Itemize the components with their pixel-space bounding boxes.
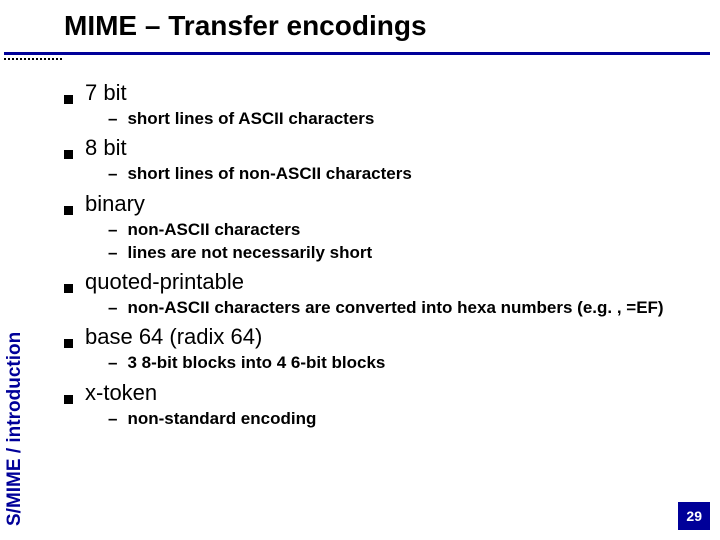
dotted-accent bbox=[4, 58, 62, 60]
sub-item: – lines are not necessarily short bbox=[108, 242, 690, 263]
bullet-head: 7 bit bbox=[64, 80, 690, 106]
dash-icon: – bbox=[108, 220, 117, 240]
bullet-head: base 64 (radix 64) bbox=[64, 324, 690, 350]
sub-list: – short lines of non-ASCII characters bbox=[108, 163, 690, 184]
dash-icon: – bbox=[108, 298, 117, 318]
bullet-head: quoted-printable bbox=[64, 269, 690, 295]
sub-list: – 3 8-bit blocks into 4 6-bit blocks bbox=[108, 352, 690, 373]
bullet-base64: base 64 (radix 64) – 3 8-bit blocks into… bbox=[64, 324, 690, 373]
square-bullet-icon bbox=[64, 206, 73, 215]
sub-list: – non-ASCII characters – lines are not n… bbox=[108, 219, 690, 264]
square-bullet-icon bbox=[64, 150, 73, 159]
dash-icon: – bbox=[108, 164, 117, 184]
sub-text: short lines of non-ASCII characters bbox=[127, 163, 411, 184]
sub-item: – non-ASCII characters are converted int… bbox=[108, 297, 690, 318]
bullet-label: base 64 (radix 64) bbox=[85, 324, 262, 350]
sub-text: lines are not necessarily short bbox=[127, 242, 372, 263]
sub-item: – short lines of non-ASCII characters bbox=[108, 163, 690, 184]
bullet-xtoken: x-token – non-standard encoding bbox=[64, 380, 690, 429]
sub-item: – short lines of ASCII characters bbox=[108, 108, 690, 129]
sub-list: – non-standard encoding bbox=[108, 408, 690, 429]
bullet-label: 8 bit bbox=[85, 135, 127, 161]
sub-text: 3 8-bit blocks into 4 6-bit blocks bbox=[127, 352, 385, 373]
page-number: 29 bbox=[678, 502, 710, 530]
sub-list: – non-ASCII characters are converted int… bbox=[108, 297, 690, 318]
sub-item: – 3 8-bit blocks into 4 6-bit blocks bbox=[108, 352, 690, 373]
bullet-label: binary bbox=[85, 191, 145, 217]
title-underline bbox=[4, 52, 710, 55]
bullet-head: x-token bbox=[64, 380, 690, 406]
bullet-7bit: 7 bit – short lines of ASCII characters bbox=[64, 80, 690, 129]
sub-text: non-ASCII characters are converted into … bbox=[127, 297, 663, 318]
bullet-label: 7 bit bbox=[85, 80, 127, 106]
sub-text: short lines of ASCII characters bbox=[127, 108, 374, 129]
bullet-head: binary bbox=[64, 191, 690, 217]
bullet-label: x-token bbox=[85, 380, 157, 406]
title-area: MIME – Transfer encodings bbox=[64, 10, 710, 48]
sidebar-section-label: S/MIME / introduction bbox=[4, 332, 26, 526]
dash-icon: – bbox=[108, 409, 117, 429]
slide-title: MIME – Transfer encodings bbox=[64, 10, 710, 48]
square-bullet-icon bbox=[64, 284, 73, 293]
square-bullet-icon bbox=[64, 339, 73, 348]
sub-text: non-ASCII characters bbox=[127, 219, 300, 240]
sub-text: non-standard encoding bbox=[127, 408, 316, 429]
bullet-label: quoted-printable bbox=[85, 269, 244, 295]
bullet-8bit: 8 bit – short lines of non-ASCII charact… bbox=[64, 135, 690, 184]
square-bullet-icon bbox=[64, 395, 73, 404]
sub-item: – non-ASCII characters bbox=[108, 219, 690, 240]
sub-item: – non-standard encoding bbox=[108, 408, 690, 429]
dash-icon: – bbox=[108, 353, 117, 373]
bullet-head: 8 bit bbox=[64, 135, 690, 161]
bullet-quoted-printable: quoted-printable – non-ASCII characters … bbox=[64, 269, 690, 318]
square-bullet-icon bbox=[64, 95, 73, 104]
sub-list: – short lines of ASCII characters bbox=[108, 108, 690, 129]
dash-icon: – bbox=[108, 109, 117, 129]
bullet-binary: binary – non-ASCII characters – lines ar… bbox=[64, 191, 690, 264]
dash-icon: – bbox=[108, 243, 117, 263]
content-area: 7 bit – short lines of ASCII characters … bbox=[64, 80, 690, 435]
